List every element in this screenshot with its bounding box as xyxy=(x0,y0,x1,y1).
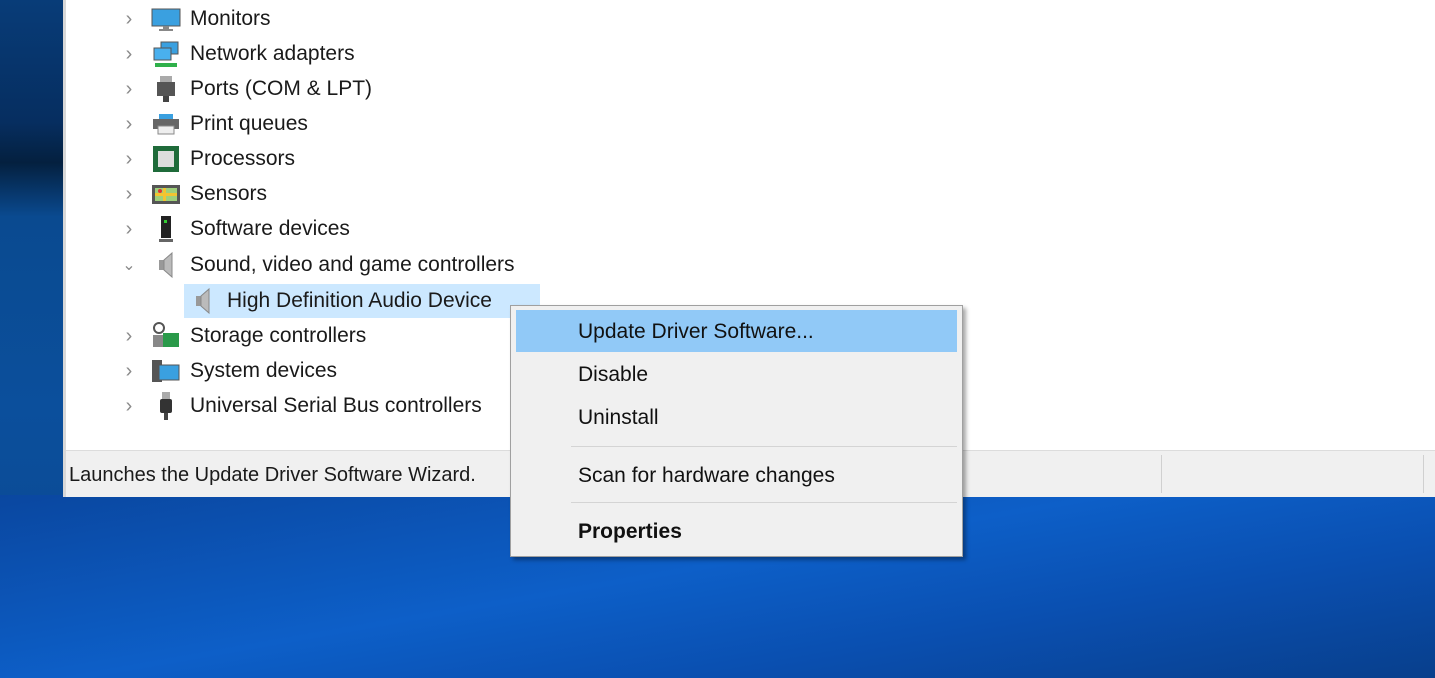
processor-icon xyxy=(153,146,179,172)
status-divider xyxy=(1423,455,1424,493)
tree-item-label: System devices xyxy=(190,359,338,382)
tree-item-label: Print queues xyxy=(190,112,308,135)
tree-item-software-devices[interactable]: › Software devices xyxy=(66,212,666,246)
speaker-icon xyxy=(159,251,173,279)
chevron-right-icon[interactable]: › xyxy=(116,354,142,388)
tree-item-print-queues[interactable]: › Print queues xyxy=(66,107,666,141)
menu-item-label: Scan for hardware changes xyxy=(578,464,835,487)
tree-item-label: Sensors xyxy=(190,182,268,205)
chevron-right-icon[interactable]: › xyxy=(116,2,142,36)
menu-separator xyxy=(571,502,957,503)
menu-separator xyxy=(571,446,957,447)
tree-item-ports[interactable]: › Ports (COM & LPT) xyxy=(66,72,666,106)
tree-item-network-adapters[interactable]: › Network adapters xyxy=(66,37,666,71)
tree-item-label: Processors xyxy=(190,147,296,170)
menu-item-label: Disable xyxy=(578,363,649,386)
chevron-right-icon[interactable]: › xyxy=(116,212,142,246)
tree-item-label: Sound, video and game controllers xyxy=(190,253,515,276)
status-text: Launches the Update Driver Software Wiza… xyxy=(69,464,476,486)
status-divider xyxy=(1161,455,1162,493)
tree-item-label: Ports (COM & LPT) xyxy=(190,77,373,100)
tree-item-label: Storage controllers xyxy=(190,324,367,347)
tree-item-label: Monitors xyxy=(190,7,271,30)
menu-item-label: Update Driver Software... xyxy=(578,320,814,343)
chevron-right-icon[interactable]: › xyxy=(116,37,142,71)
tree-item-high-definition-audio-device[interactable]: High Definition Audio Device xyxy=(184,284,540,318)
chevron-right-icon[interactable]: › xyxy=(116,389,142,423)
printer-icon xyxy=(153,114,179,135)
network-adapter-icon xyxy=(153,41,179,67)
menu-item-label: Properties xyxy=(578,520,682,543)
chevron-right-icon[interactable]: › xyxy=(116,142,142,176)
menu-item-properties[interactable]: Properties xyxy=(516,510,957,552)
storage-controller-icon xyxy=(153,322,179,347)
tree-item-label: Software devices xyxy=(190,217,350,240)
tree-item-sensors[interactable]: › Sensors xyxy=(66,177,666,211)
menu-item-update-driver-software[interactable]: Update Driver Software... xyxy=(516,310,957,352)
software-device-icon xyxy=(159,216,173,242)
usb-icon xyxy=(160,392,172,420)
chevron-down-icon[interactable]: ⌄ xyxy=(116,248,142,282)
menu-item-disable[interactable]: Disable xyxy=(516,353,957,395)
monitor-icon xyxy=(151,8,181,31)
sensor-icon xyxy=(152,185,180,204)
chevron-right-icon[interactable]: › xyxy=(116,319,142,353)
tree-item-label: Network adapters xyxy=(190,42,355,65)
speaker-icon xyxy=(196,287,210,315)
tree-item-sound-video-game[interactable]: ⌄ Sound, video and game controllers xyxy=(66,248,666,282)
menu-item-uninstall[interactable]: Uninstall xyxy=(516,396,957,438)
tree-item-label: Universal Serial Bus controllers xyxy=(190,394,482,417)
chevron-right-icon[interactable]: › xyxy=(116,177,142,211)
system-device-icon xyxy=(152,360,180,382)
chevron-right-icon[interactable]: › xyxy=(116,107,142,141)
menu-item-scan-for-hardware-changes[interactable]: Scan for hardware changes xyxy=(516,454,957,496)
tree-item-label: High Definition Audio Device xyxy=(227,289,492,312)
chevron-right-icon[interactable]: › xyxy=(116,72,142,106)
tree-item-monitors[interactable]: › Monitors xyxy=(66,2,666,36)
menu-item-label: Uninstall xyxy=(578,406,659,429)
context-menu: Update Driver Software... Disable Uninst… xyxy=(510,305,963,557)
tree-item-processors[interactable]: › Processors xyxy=(66,142,666,176)
port-icon xyxy=(157,76,175,102)
